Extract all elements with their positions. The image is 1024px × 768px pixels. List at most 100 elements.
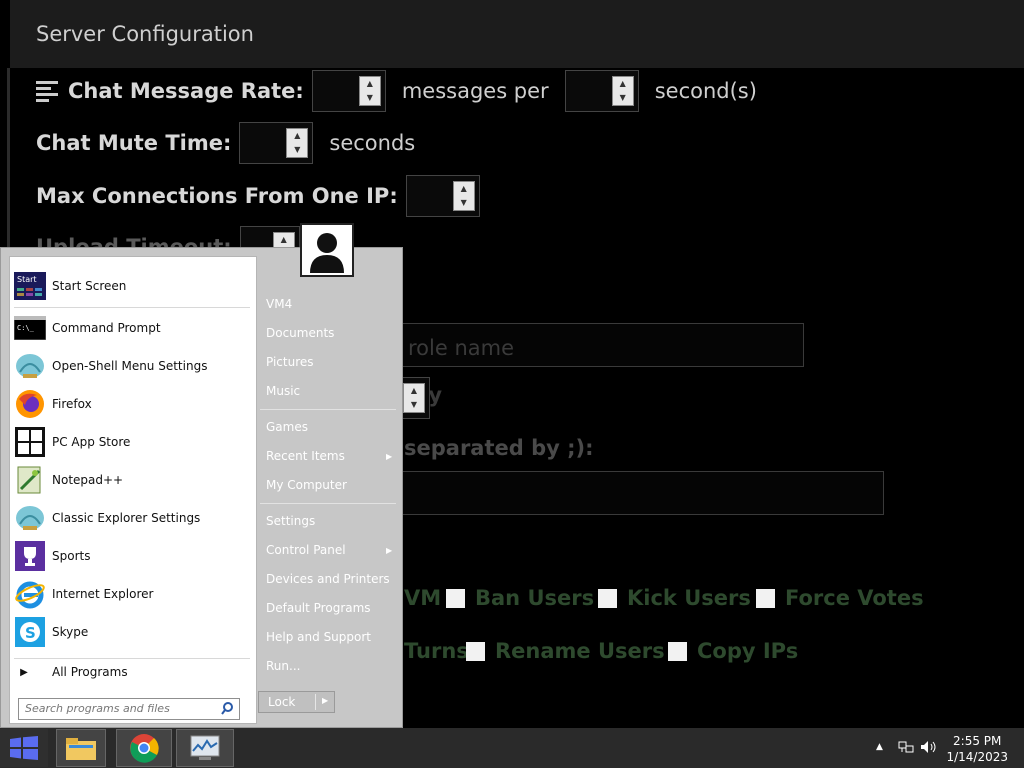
- menu-item-devices-printers[interactable]: Devices and Printers: [266, 572, 390, 586]
- kick-users-checkbox[interactable]: Kick Users: [598, 586, 751, 610]
- divider: [260, 409, 396, 410]
- power-options-arrow-icon[interactable]: ▶: [322, 696, 328, 705]
- menu-item-vm4[interactable]: VM4: [266, 297, 292, 311]
- separated-input[interactable]: [400, 471, 884, 515]
- rename-users-label: Rename Users: [495, 639, 665, 663]
- chat-rate-row: Chat Message Rate: ▲ ▼ messages per ▲ ▼ se…: [36, 70, 765, 112]
- program-label: Sports: [52, 549, 91, 563]
- divider: [14, 307, 250, 308]
- taskbar-resource-monitor[interactable]: [176, 729, 234, 767]
- monitor-graph-icon: [190, 735, 220, 760]
- all-programs-button[interactable]: ▶ All Programs: [14, 653, 128, 691]
- program-command-prompt[interactable]: C:\_ Command Prompt: [14, 309, 161, 347]
- submenu-arrow-icon: ▶: [386, 546, 393, 555]
- program-start-screen[interactable]: Start Start Screen: [14, 267, 126, 305]
- max-connections-label: Max Connections From One IP:: [36, 184, 398, 208]
- program-label: PC App Store: [52, 435, 131, 449]
- program-classic-explorer-settings[interactable]: Classic Explorer Settings: [14, 499, 200, 537]
- program-open-shell-settings[interactable]: Open-Shell Menu Settings: [14, 347, 207, 385]
- shell-icon: [14, 350, 46, 382]
- trophy-icon: [14, 540, 46, 572]
- chat-rate-seconds-stepper[interactable]: ▲ ▼: [564, 70, 639, 112]
- menu-item-help-support[interactable]: Help and Support: [266, 630, 371, 644]
- role-name-placeholder: role name: [408, 336, 515, 360]
- menu-item-recent-items[interactable]: Recent Items: [266, 449, 345, 463]
- max-connections-stepper[interactable]: ▲ ▼: [405, 175, 480, 217]
- lock-button[interactable]: Lock ▶: [258, 691, 335, 713]
- mute-time-stepper[interactable]: ▲ ▼: [239, 122, 314, 164]
- search-placeholder: Search programs and files: [25, 702, 170, 715]
- program-notepad-plus-plus[interactable]: Notepad++: [14, 461, 123, 499]
- max-connections-row: Max Connections From One IP: ▲ ▼: [36, 175, 488, 217]
- force-votes-checkbox[interactable]: Force Votes: [756, 586, 924, 610]
- command-prompt-icon: C:\_: [14, 312, 46, 344]
- shell-icon: [14, 502, 46, 534]
- app-store-icon: [14, 426, 46, 458]
- seconds-label: second(s): [654, 79, 757, 103]
- menu-item-control-panel[interactable]: Control Panel: [266, 543, 346, 557]
- force-votes-label: Force Votes: [785, 586, 924, 610]
- program-label: Notepad++: [52, 473, 124, 487]
- start-screen-icon: Start: [14, 270, 46, 302]
- skype-icon: S: [14, 616, 46, 648]
- program-label: Classic Explorer Settings: [52, 511, 201, 525]
- copy-ips-checkbox[interactable]: Copy IPs: [668, 639, 798, 663]
- clock-date: 1/14/2023: [946, 750, 1008, 764]
- search-icon[interactable]: [221, 702, 234, 718]
- program-label: Firefox: [52, 397, 92, 411]
- all-programs-label: All Programs: [52, 665, 128, 679]
- taskbar-file-explorer[interactable]: [56, 729, 106, 767]
- program-skype[interactable]: S Skype: [14, 613, 88, 651]
- menu-item-run[interactable]: Run...: [266, 659, 300, 673]
- firefox-icon: [14, 388, 46, 420]
- show-hidden-icons[interactable]: ▲: [876, 742, 883, 752]
- chat-rate-messages-stepper[interactable]: ▲ ▼: [311, 70, 386, 112]
- program-label: Open-Shell Menu Settings: [52, 359, 208, 373]
- separated-label: separated by ;):: [404, 436, 594, 460]
- search-input[interactable]: Search programs and files: [18, 698, 240, 720]
- programs-pane: Start Start Screen C:\_ Command Prompt O…: [9, 256, 257, 724]
- svg-text:Start: Start: [17, 275, 37, 284]
- copy-ips-label: Copy IPs: [697, 639, 799, 663]
- chat-rate-label: Chat Message Rate:: [68, 79, 304, 103]
- program-sports[interactable]: Sports: [14, 537, 90, 575]
- page-title: Server Configuration: [36, 22, 254, 46]
- notepad-icon: [14, 464, 46, 496]
- program-internet-explorer[interactable]: Internet Explorer: [14, 575, 153, 613]
- chrome-icon: [130, 734, 159, 763]
- menu-item-music[interactable]: Music: [266, 384, 300, 398]
- network-icon[interactable]: [898, 740, 914, 757]
- app-header: Server Configuration: [10, 0, 1024, 68]
- start-button[interactable]: [0, 729, 48, 767]
- volume-icon[interactable]: [920, 740, 938, 757]
- taskbar: ▲ 2:55 PM 1/14/2023: [0, 728, 1024, 768]
- mute-time-label: Chat Mute Time:: [36, 131, 232, 155]
- mute-time-row: Chat Mute Time: ▲ ▼ seconds: [36, 122, 423, 164]
- svg-text:S: S: [25, 624, 36, 642]
- mute-unit-label: seconds: [329, 131, 416, 155]
- program-firefox[interactable]: Firefox: [14, 385, 92, 423]
- svg-text:C:\_: C:\_: [17, 324, 35, 332]
- ban-users-checkbox[interactable]: Ban Users: [446, 586, 594, 610]
- program-label: Skype: [52, 625, 89, 639]
- avatar[interactable]: [300, 223, 354, 277]
- menu-item-settings[interactable]: Settings: [266, 514, 315, 528]
- folder-icon: [66, 738, 96, 760]
- divider: [315, 694, 316, 710]
- taskbar-chrome[interactable]: [116, 729, 172, 767]
- ban-users-label: Ban Users: [475, 586, 595, 610]
- menu-icon[interactable]: [36, 78, 58, 105]
- menu-item-my-computer[interactable]: My Computer: [266, 478, 347, 492]
- menu-item-documents[interactable]: Documents: [266, 326, 334, 340]
- kick-users-label: Kick Users: [627, 586, 751, 610]
- messages-per-label: messages per: [401, 79, 549, 103]
- menu-item-default-programs[interactable]: Default Programs: [266, 601, 371, 615]
- clock[interactable]: 2:55 PM 1/14/2023: [946, 733, 1008, 765]
- rename-users-checkbox[interactable]: Rename Users: [466, 639, 665, 663]
- submenu-arrow-icon: ▶: [386, 452, 393, 461]
- menu-item-games[interactable]: Games: [266, 420, 308, 434]
- program-label: Start Screen: [52, 279, 127, 293]
- program-pc-app-store[interactable]: PC App Store: [14, 423, 130, 461]
- menu-item-pictures[interactable]: Pictures: [266, 355, 314, 369]
- perm-faded-2: Turns: [404, 639, 469, 663]
